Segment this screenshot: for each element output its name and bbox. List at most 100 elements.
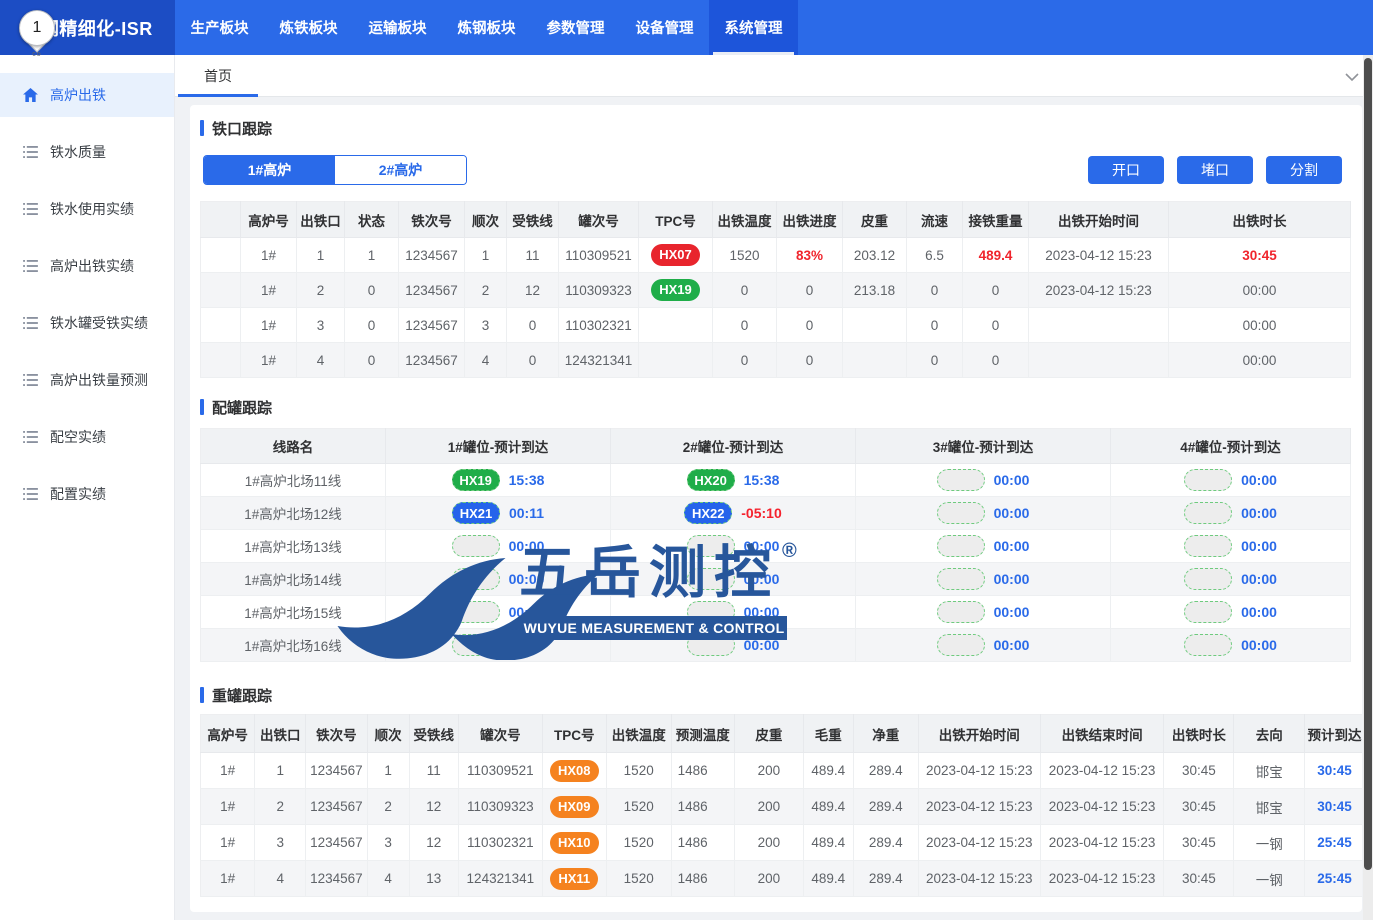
cell: 0 bbox=[963, 273, 1029, 308]
slot-cell: 00:00 bbox=[856, 563, 1111, 596]
chevron-down-icon[interactable] bbox=[1345, 69, 1359, 87]
cell: 30:45 bbox=[1164, 825, 1234, 861]
nav-item[interactable]: 生产板块 bbox=[175, 0, 264, 55]
nav-item[interactable]: 运输板块 bbox=[353, 0, 442, 55]
slot-cell: 00:00 bbox=[386, 563, 611, 596]
cell: 0 bbox=[713, 273, 777, 308]
eta-time: 15:38 bbox=[509, 472, 545, 488]
action-button[interactable]: 开口 bbox=[1088, 156, 1164, 184]
nav-item[interactable]: 炼钢板块 bbox=[442, 0, 531, 55]
cell: 1 bbox=[255, 753, 306, 789]
table-row[interactable]: 1#高炉北场16线00:0000:0000:0000:00 bbox=[201, 629, 1351, 662]
sidebar-item[interactable]: 高炉出铁 bbox=[0, 73, 174, 117]
cell: 1 bbox=[345, 238, 399, 273]
slot-cell: 00:00 bbox=[386, 530, 611, 563]
slot: 00:00 bbox=[613, 535, 853, 557]
action-button[interactable]: 分割 bbox=[1266, 156, 1342, 184]
table-row[interactable]: 1#高炉北场13线00:0000:0000:0000:00 bbox=[201, 530, 1351, 563]
column-header: 预计到达 bbox=[1305, 715, 1362, 753]
tpc-tag: HX11 bbox=[550, 868, 598, 890]
cell bbox=[1029, 308, 1169, 343]
ladle-tag bbox=[452, 535, 500, 557]
table-row[interactable]: 1#高炉北场14线00:0000:0000:0000:00 bbox=[201, 563, 1351, 596]
cell: 00:00 bbox=[1169, 308, 1351, 343]
cell: 213.18 bbox=[843, 273, 907, 308]
column-header: 出铁口 bbox=[297, 202, 345, 238]
slot: 00:00 bbox=[613, 568, 853, 590]
sidebar-item[interactable]: 铁水质量 bbox=[0, 130, 174, 174]
column-header: 出铁时长 bbox=[1169, 202, 1351, 238]
cell: 11 bbox=[507, 238, 559, 273]
sidebar-item-label: 配空实绩 bbox=[50, 427, 106, 447]
annotation-pin-number: 1 bbox=[19, 10, 55, 46]
cell: 1234567 bbox=[399, 343, 465, 378]
table-row[interactable]: 1#40123456740124321341000000:00 bbox=[201, 343, 1351, 378]
tpc-tag: HX07 bbox=[651, 244, 700, 266]
cell: 1234567 bbox=[399, 238, 465, 273]
cell: 200 bbox=[734, 825, 803, 861]
nav-item[interactable]: 参数管理 bbox=[531, 0, 620, 55]
cell: 0 bbox=[345, 308, 399, 343]
tab-home[interactable]: 首页 bbox=[178, 55, 258, 97]
ladle-assign-table: 线路名1#罐位-预计到达2#罐位-预计到达3#罐位-预计到达4#罐位-预计到达1… bbox=[200, 428, 1351, 662]
column-header: 3#罐位-预计到达 bbox=[856, 429, 1111, 464]
cell: 00:00 bbox=[1169, 273, 1351, 308]
cell: 一钢 bbox=[1234, 861, 1305, 897]
sidebar-item-label: 高炉出铁 bbox=[50, 85, 106, 105]
nav-item[interactable]: 设备管理 bbox=[620, 0, 709, 55]
nav-item[interactable]: 系统管理 bbox=[709, 0, 798, 55]
table-row[interactable]: 1#201234567212110309323HX1900213.1800202… bbox=[201, 273, 1351, 308]
sidebar-item[interactable]: 高炉出铁量预测 bbox=[0, 358, 174, 402]
furnace-tab[interactable]: 1#高炉 bbox=[204, 156, 335, 184]
cell: 一钢 bbox=[1234, 825, 1305, 861]
table-row[interactable]: 1#高炉北场15线00:0000:0000:0000:00 bbox=[201, 596, 1351, 629]
sidebar-item[interactable]: 配置实绩 bbox=[0, 472, 174, 516]
vertical-scrollbar[interactable] bbox=[1363, 55, 1373, 920]
ladle-table: 线路名1#罐位-预计到达2#罐位-预计到达3#罐位-预计到达4#罐位-预计到达1… bbox=[200, 428, 1352, 662]
slot: 00:00 bbox=[858, 535, 1108, 557]
tpc-tag: HX19 bbox=[651, 279, 700, 301]
table-row[interactable]: 1#21234567212110309323HX0915201486200489… bbox=[201, 789, 1363, 825]
cell: 1# bbox=[241, 273, 297, 308]
cell bbox=[639, 308, 713, 343]
cell: 3 bbox=[465, 308, 507, 343]
slot-cell: 00:00 bbox=[856, 464, 1111, 497]
cell: 110302321 bbox=[559, 308, 639, 343]
cell: 2023-04-12 15:23 bbox=[1040, 753, 1164, 789]
column-header: 铁次号 bbox=[399, 202, 465, 238]
cell: 489.4 bbox=[963, 238, 1029, 273]
sidebar-item[interactable]: 铁水罐受铁实绩 bbox=[0, 301, 174, 345]
table-row[interactable]: 1#30123456730110302321000000:00 bbox=[201, 308, 1351, 343]
ladle-tag bbox=[1184, 601, 1232, 623]
line-name-cell: 1#高炉北场14线 bbox=[201, 563, 386, 596]
column-header: 高炉号 bbox=[201, 715, 255, 753]
sidebar-item[interactable]: 高炉出铁实绩 bbox=[0, 244, 174, 288]
column-header: 1#罐位-预计到达 bbox=[386, 429, 611, 464]
ladle-tag bbox=[452, 601, 500, 623]
slot-cell: 00:00 bbox=[856, 497, 1111, 530]
table-row[interactable]: 1#高炉北场11线HX1915:38HX2015:3800:0000:00 bbox=[201, 464, 1351, 497]
table-row[interactable]: 1#高炉北场12线HX2100:11HX22-05:1000:0000:00 bbox=[201, 497, 1351, 530]
cell: 2 bbox=[367, 789, 409, 825]
scrollbar-thumb[interactable] bbox=[1364, 58, 1372, 870]
table-row[interactable]: 1#111234567111110309521HX07152083%203.12… bbox=[201, 238, 1351, 273]
cell: 30:45 bbox=[1169, 238, 1351, 273]
nav-item[interactable]: 炼铁板块 bbox=[264, 0, 353, 55]
cell: 0 bbox=[777, 343, 843, 378]
column-header: 出铁时长 bbox=[1164, 715, 1234, 753]
action-button[interactable]: 堵口 bbox=[1177, 156, 1253, 184]
cell: 邯宝 bbox=[1234, 753, 1305, 789]
eta-time: 00:00 bbox=[1241, 637, 1277, 653]
cell: 489.4 bbox=[803, 861, 853, 897]
furnace-tab[interactable]: 2#高炉 bbox=[335, 156, 466, 184]
table-row[interactable]: 1#11234567111110309521HX0815201486200489… bbox=[201, 753, 1363, 789]
taphole-actions: 开口堵口分割 bbox=[1088, 156, 1342, 184]
table-row[interactable]: 1#31234567312110302321HX1015201486200489… bbox=[201, 825, 1363, 861]
cell: 1# bbox=[201, 753, 255, 789]
table-row[interactable]: 1#41234567413124321341HX1115201486200489… bbox=[201, 861, 1363, 897]
cell: 1234567 bbox=[306, 753, 367, 789]
section-bar-icon bbox=[200, 687, 204, 703]
sidebar-item[interactable]: 配空实绩 bbox=[0, 415, 174, 459]
sidebar-item[interactable]: 铁水使用实绩 bbox=[0, 187, 174, 231]
list-icon bbox=[22, 372, 38, 388]
